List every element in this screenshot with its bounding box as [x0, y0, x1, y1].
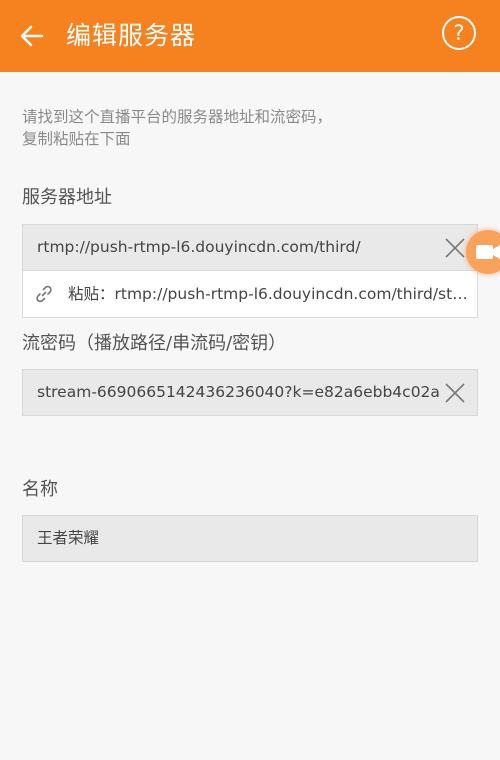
server-address-value: rtmp://push-rtmp-l6.douyincdn.com/third/ — [37, 238, 361, 256]
close-icon — [445, 238, 465, 258]
server-address-input[interactable]: rtmp://push-rtmp-l6.douyincdn.com/third/ — [22, 224, 478, 271]
instruction-text: 请找到这个直播平台的服务器地址和流密码， 复制粘贴在下面 — [22, 106, 462, 150]
name-input[interactable]: 王者荣耀 — [22, 515, 478, 562]
name-value: 王者荣耀 — [37, 529, 100, 547]
instruction-line-1: 请找到这个直播平台的服务器地址和流密码， — [22, 108, 333, 126]
help-button[interactable]: ? — [442, 16, 476, 50]
instruction-line-2: 复制粘贴在下面 — [22, 130, 131, 148]
help-icon: ? — [453, 21, 465, 45]
server-address-label: 服务器地址 — [22, 187, 112, 208]
link-icon — [36, 285, 52, 303]
clear-server-address-button[interactable] — [443, 236, 467, 260]
name-label: 名称 — [22, 479, 58, 500]
stream-key-input[interactable]: stream-6690665142436236040?k=e82a6ebb4c0… — [22, 369, 478, 416]
floating-record-button[interactable] — [466, 230, 500, 274]
back-arrow-icon — [20, 25, 44, 47]
page-title: 编辑服务器 — [66, 21, 197, 50]
stream-key-value: stream-6690665142436236040?k=e82a6ebb4c0… — [37, 383, 439, 401]
back-button[interactable] — [12, 16, 52, 56]
paste-suggestion-text: 粘贴：rtmp://push-rtmp-l6.douyincdn.com/thi… — [68, 285, 468, 303]
clear-stream-key-button[interactable] — [443, 381, 467, 405]
close-icon — [445, 383, 465, 403]
stream-key-label: 流密码（播放路径/串流码/密钥） — [22, 333, 287, 354]
app-bar: 编辑服务器 ? — [0, 0, 500, 72]
paste-suggestion[interactable]: 粘贴：rtmp://push-rtmp-l6.douyincdn.com/thi… — [22, 271, 478, 318]
video-camera-icon — [476, 245, 500, 259]
